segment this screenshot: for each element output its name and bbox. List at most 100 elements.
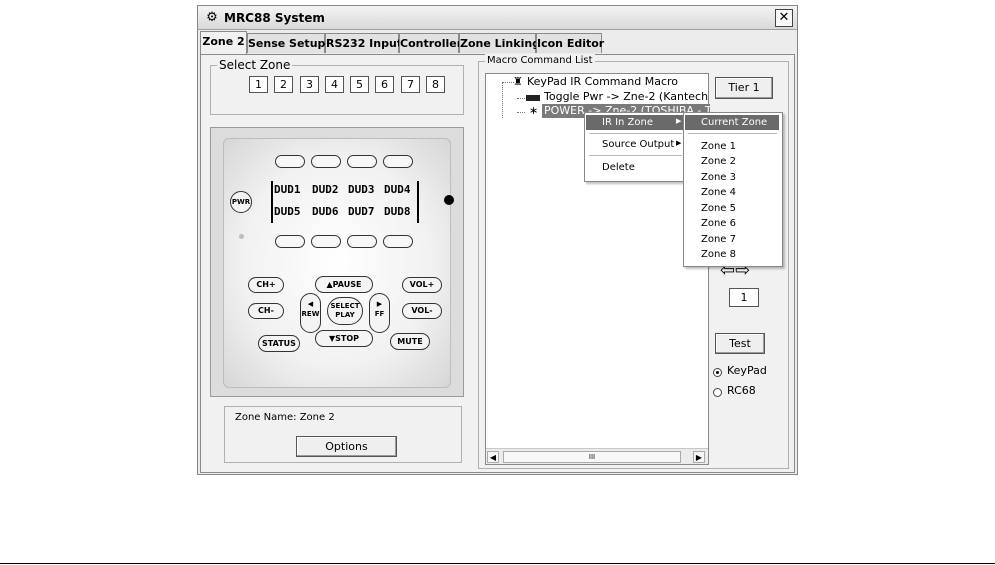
submenu-item-zone-7[interactable]: Zone 7 bbox=[685, 232, 779, 247]
soft-key-top-2[interactable] bbox=[311, 155, 341, 168]
lcd-right-bar bbox=[417, 181, 419, 223]
zone-button-6[interactable]: 6 bbox=[375, 76, 394, 93]
keypad-radio[interactable] bbox=[713, 368, 722, 377]
tab-zone-linking[interactable]: Zone Linking bbox=[459, 33, 540, 53]
menu-item-delete[interactable]: Delete bbox=[586, 160, 684, 175]
pause-button[interactable]: ▲PAUSE bbox=[315, 276, 373, 293]
status-button[interactable]: STATUS bbox=[258, 335, 300, 352]
tree-item-keypad-macro[interactable]: KeyPad IR Command Macro bbox=[527, 75, 678, 89]
tab-icon-editor[interactable]: Icon Editor bbox=[536, 33, 604, 53]
zone-submenu: Current Zone Zone 1 Zone 2 Zone 3 Zone 4… bbox=[683, 112, 783, 267]
tab-controller[interactable]: Controller bbox=[399, 33, 462, 53]
ch-down-button[interactable]: CH- bbox=[248, 303, 284, 319]
lcd-left-bar bbox=[271, 181, 273, 223]
soft-key-top-1[interactable] bbox=[275, 155, 305, 168]
soft-key-top-3[interactable] bbox=[347, 155, 377, 168]
submenu-item-zone-1[interactable]: Zone 1 bbox=[685, 139, 779, 154]
page-rule bbox=[0, 563, 995, 564]
lcd-label-7: DUD7 bbox=[348, 205, 375, 218]
submenu-arrow-icon: ▶ bbox=[676, 139, 682, 147]
soft-key-bottom-4[interactable] bbox=[383, 235, 413, 248]
rc68-radio-label: RC68 bbox=[727, 384, 756, 397]
tab-sense-setup[interactable]: Sense Setup bbox=[247, 33, 325, 53]
select-zone-legend: Select Zone bbox=[217, 58, 293, 72]
rew-label: REW bbox=[301, 310, 320, 318]
rew-button[interactable]: ◀ REW bbox=[300, 293, 321, 333]
title-bar[interactable]: ⚙ MRC88 System ✕ bbox=[198, 6, 797, 30]
soft-key-bottom-1[interactable] bbox=[275, 235, 305, 248]
context-menu: IR In Zone ▶ Source Output ▶ Delete bbox=[584, 112, 688, 182]
scroll-left-icon[interactable]: ◀ bbox=[487, 451, 499, 463]
horizontal-scrollbar[interactable]: ◀ III ▶ bbox=[486, 448, 708, 464]
submenu-arrow-icon: ▶ bbox=[676, 117, 682, 125]
menu-divider bbox=[589, 133, 682, 134]
power-button[interactable]: PWR bbox=[230, 191, 252, 213]
tab-panel-zone-2: Select Zone 1 2 3 4 5 6 7 8 DUD1 DUD2 DU… bbox=[200, 54, 795, 473]
zone-button-7[interactable]: 7 bbox=[401, 76, 420, 93]
remote-body: DUD1 DUD2 DUD3 DUD4 DUD5 DUD6 DUD7 DUD8 … bbox=[223, 138, 454, 388]
options-button[interactable]: Options bbox=[296, 436, 397, 457]
counter-field[interactable]: 1 bbox=[729, 288, 759, 307]
tree-line-vertical bbox=[502, 82, 503, 118]
ch-up-button[interactable]: CH+ bbox=[248, 277, 284, 293]
lcd-label-6: DUD6 bbox=[312, 205, 339, 218]
macro-command-legend: Macro Command List bbox=[485, 54, 595, 68]
vol-up-button[interactable]: VOL+ bbox=[402, 277, 442, 293]
zone-button-5[interactable]: 5 bbox=[350, 76, 369, 93]
lcd-label-2: DUD2 bbox=[312, 183, 339, 196]
select-label: SELECT bbox=[330, 302, 360, 310]
macro-icon: ♜ bbox=[513, 75, 523, 88]
ff-label: FF bbox=[374, 310, 385, 318]
zone-button-4[interactable]: 4 bbox=[325, 76, 344, 93]
submenu-item-current-zone[interactable]: Current Zone bbox=[685, 115, 779, 130]
submenu-item-zone-6[interactable]: Zone 6 bbox=[685, 216, 779, 231]
select-play-button[interactable]: SELECT PLAY bbox=[327, 297, 363, 325]
menu-item-ir-in-zone[interactable]: IR In Zone bbox=[586, 115, 684, 130]
tab-zone-2[interactable]: Zone 2 bbox=[200, 31, 247, 54]
soft-key-top-4[interactable] bbox=[383, 155, 413, 168]
keypad-radio-label: KeyPad bbox=[727, 364, 767, 377]
ff-arrow-icon: ▶ bbox=[376, 300, 383, 308]
lcd-label-3: DUD3 bbox=[348, 183, 375, 196]
zone-button-2[interactable]: 2 bbox=[274, 76, 293, 93]
menu-item-source-output[interactable]: Source Output bbox=[586, 137, 684, 152]
device-icon bbox=[526, 95, 540, 101]
tree-item-toggle-pwr[interactable]: Toggle Pwr -> Zne-2 (Kantech - MRC bbox=[544, 90, 708, 104]
tab-rs232-input[interactable]: RS232 Input bbox=[325, 33, 402, 53]
window-title: MRC88 System bbox=[224, 11, 325, 25]
ir-led-icon bbox=[444, 195, 454, 205]
zone-button-1[interactable]: 1 bbox=[249, 76, 268, 93]
remote-preview: DUD1 DUD2 DUD3 DUD4 DUD5 DUD6 DUD7 DUD8 … bbox=[210, 127, 464, 397]
soft-key-bottom-2[interactable] bbox=[311, 235, 341, 248]
vol-down-button[interactable]: VOL- bbox=[402, 303, 442, 319]
ff-button[interactable]: ▶ FF bbox=[369, 293, 390, 333]
lcd-label-5: DUD5 bbox=[274, 205, 301, 218]
zone-info-box: Zone Name: Zone 2 Options bbox=[224, 406, 462, 463]
zone-button-3[interactable]: 3 bbox=[300, 76, 319, 93]
star-icon: ∗ bbox=[529, 104, 539, 117]
submenu-item-zone-5[interactable]: Zone 5 bbox=[685, 201, 779, 216]
submenu-item-zone-2[interactable]: Zone 2 bbox=[685, 154, 779, 169]
scroll-thumb[interactable]: III bbox=[503, 451, 681, 463]
test-button[interactable]: Test bbox=[715, 333, 765, 354]
submenu-item-zone-4[interactable]: Zone 4 bbox=[685, 185, 779, 200]
submenu-item-zone-8[interactable]: Zone 8 bbox=[685, 247, 779, 262]
scroll-right-icon[interactable]: ▶ bbox=[693, 451, 705, 463]
zone-button-8[interactable]: 8 bbox=[426, 76, 445, 93]
mute-button[interactable]: MUTE bbox=[390, 333, 430, 350]
app-window: ⚙ MRC88 System ✕ Zone 2 Sense Setup RS23… bbox=[197, 5, 798, 475]
menu-divider bbox=[589, 155, 682, 156]
submenu-item-zone-3[interactable]: Zone 3 bbox=[685, 170, 779, 185]
indicator-dot-icon bbox=[239, 234, 244, 239]
lcd-label-1: DUD1 bbox=[274, 183, 301, 196]
stop-button[interactable]: ▼STOP bbox=[315, 330, 373, 347]
rc68-radio[interactable] bbox=[713, 388, 722, 397]
close-icon[interactable]: ✕ bbox=[775, 9, 793, 27]
tree-line-child-2 bbox=[517, 112, 525, 113]
lcd-label-8: DUD8 bbox=[384, 205, 411, 218]
lcd-label-4: DUD4 bbox=[384, 183, 411, 196]
tab-bar: Zone 2 Sense Setup RS232 Input Controlle… bbox=[200, 31, 795, 54]
tier-button[interactable]: Tier 1 bbox=[715, 77, 773, 99]
select-zone-group: Select Zone 1 2 3 4 5 6 7 8 bbox=[210, 58, 464, 115]
soft-key-bottom-3[interactable] bbox=[347, 235, 377, 248]
